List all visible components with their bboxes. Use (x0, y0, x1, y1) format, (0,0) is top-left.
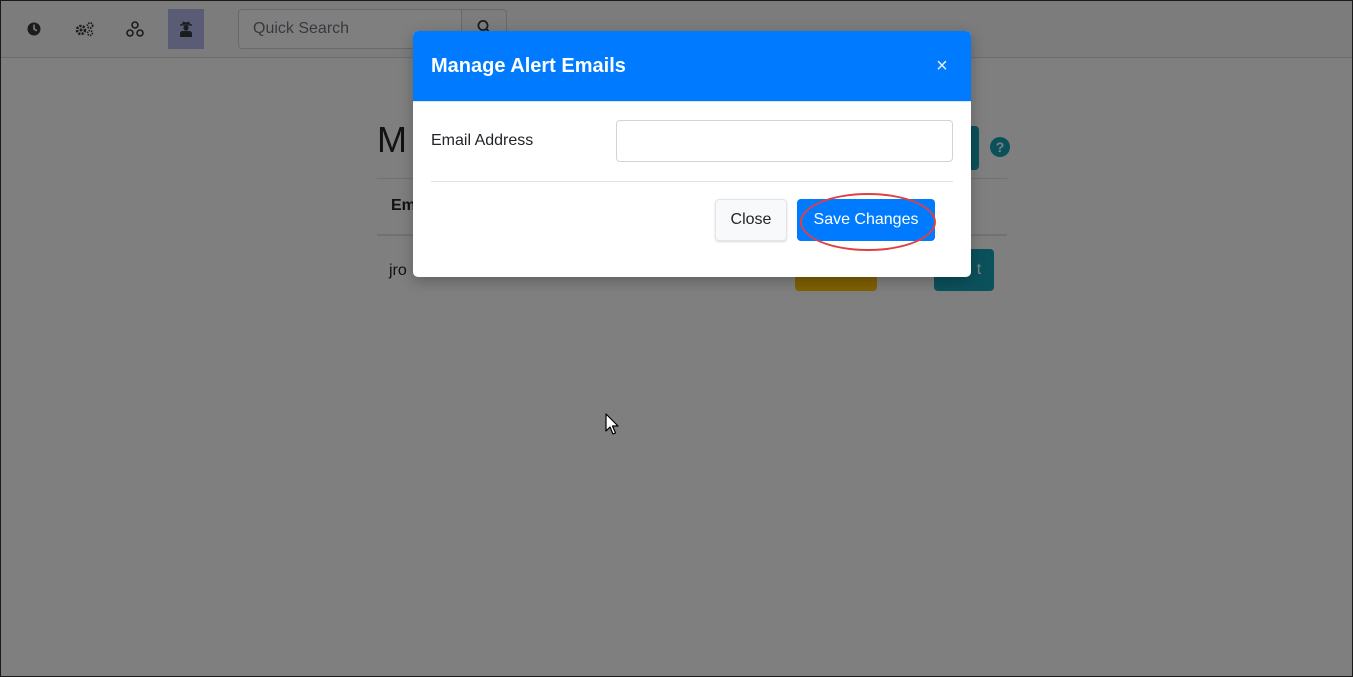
close-button[interactable]: Close (715, 199, 787, 241)
email-address-field[interactable] (616, 120, 953, 162)
manage-alert-emails-modal: Manage Alert Emails × Email Address Clos… (413, 31, 971, 277)
email-address-label: Email Address (431, 132, 534, 149)
mouse-cursor-icon (605, 413, 619, 437)
modal-divider (431, 181, 953, 182)
app-window: M ? Em jro t Manage Alert Emails × Email… (0, 0, 1353, 677)
modal-title: Manage Alert Emails (431, 55, 626, 77)
modal-header: Manage Alert Emails × (413, 31, 971, 102)
save-changes-button[interactable]: Save Changes (797, 199, 935, 241)
close-icon[interactable]: × (931, 55, 953, 77)
